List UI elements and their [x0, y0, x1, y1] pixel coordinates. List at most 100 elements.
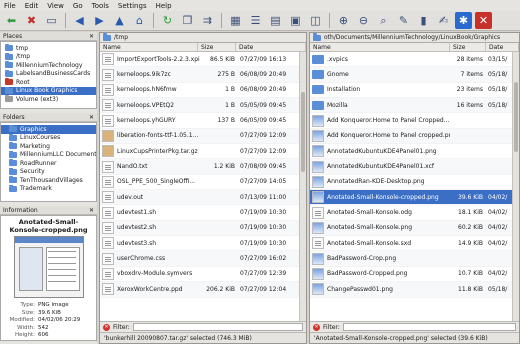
- home-icon[interactable]: ⌂: [131, 12, 148, 29]
- clear-filter-icon[interactable]: ✕: [313, 323, 320, 331]
- file-row[interactable]: NandO.txt 1.2 KiB 07/08/09 09:45: [100, 159, 299, 175]
- info-field-key: Size:: [21, 309, 35, 316]
- tools-icon[interactable]: ✎: [395, 12, 412, 29]
- move-icon[interactable]: ⇉: [199, 12, 216, 29]
- location-bar[interactable]: /tmp: [100, 33, 306, 43]
- column-size[interactable]: Size: [450, 43, 486, 51]
- next-icon[interactable]: ▶: [91, 12, 108, 29]
- file-row[interactable]: kerneloops.hN6fmw 1 B 06/08/09 20:49: [100, 83, 299, 99]
- column-name[interactable]: Name: [310, 43, 450, 51]
- new-folder-icon[interactable]: ▭: [43, 12, 60, 29]
- places-item[interactable]: Root: [1, 78, 96, 87]
- folder-tree-item[interactable]: Marketing: [1, 142, 96, 151]
- column-size[interactable]: Size: [198, 43, 236, 51]
- reload-icon[interactable]: ↻: [159, 12, 176, 29]
- file-row[interactable]: Anotated-Small-Konsole.odg 18.1 KiB 04/02/: [310, 205, 512, 221]
- file-row[interactable]: udevtest3.sh 07/19/09 10:30: [100, 236, 299, 252]
- menu-tools[interactable]: Tools: [92, 2, 109, 10]
- file-row[interactable]: Mozilla 16 items 05/18/: [310, 98, 512, 114]
- places-item[interactable]: /tmp: [1, 52, 96, 62]
- places-item[interactable]: Volume (ext3): [1, 95, 96, 104]
- zoom-in-icon[interactable]: ⊕: [335, 12, 352, 29]
- copy-icon[interactable]: ❐: [179, 12, 196, 29]
- menu-view[interactable]: View: [47, 2, 64, 10]
- column-name[interactable]: Name: [100, 43, 198, 51]
- clear-filter-icon[interactable]: ✕: [103, 323, 110, 331]
- location-path[interactable]: oth/Documents/MillenniumTechnology/Linux…: [324, 34, 500, 41]
- filter-input[interactable]: [132, 323, 303, 331]
- menu-help[interactable]: Help: [156, 2, 172, 10]
- file-row[interactable]: Anotated-Small-Konsole.sxd 14.9 KiB 04/02/: [310, 236, 512, 252]
- file-row[interactable]: LinuxCupsPrinterPkg.tar.gz 07/27/09 12:09: [100, 144, 299, 160]
- folder-tree-item[interactable]: RoadRunner: [1, 159, 96, 168]
- column-date[interactable]: Date: [236, 43, 306, 51]
- file-row[interactable]: Add Konqueror.Home to Panel cropped.png: [310, 128, 512, 145]
- terminal-icon[interactable]: ▮: [415, 12, 432, 29]
- file-row[interactable]: XeroxWorkCentre.ppd 206.2 KiB 07/27/09 12:…: [100, 282, 299, 298]
- file-row[interactable]: OSL_PPE_500_SingleOffi... 07/27/09 14:05: [100, 175, 299, 191]
- text-file-icon: [102, 191, 114, 204]
- file-row[interactable]: Gnome 7 items 05/18/: [310, 67, 512, 83]
- file-row[interactable]: BadPassword-Crop.png: [310, 251, 512, 267]
- location-bar[interactable]: oth/Documents/MillenniumTechnology/Linux…: [310, 33, 519, 43]
- details-view-icon[interactable]: ☰: [247, 12, 264, 29]
- file-row[interactable]: kerneloops.yhGURY 137 B 06/05/09 09:45: [100, 113, 299, 129]
- file-row[interactable]: AnnotatedKubuntuKDE4Panel01.png: [310, 144, 512, 160]
- menu-file[interactable]: File: [4, 2, 16, 10]
- folder-tree-item[interactable]: Graphics: [1, 125, 96, 134]
- file-row[interactable]: Anotated-Small-Konsole.png 60.2 KiB 04/02/: [310, 220, 512, 237]
- close-icon[interactable]: ✖: [23, 12, 40, 29]
- search-icon[interactable]: ⌕: [375, 12, 392, 29]
- file-row[interactable]: kerneloops.9ik7zc 275 B 06/08/09 20:49: [100, 67, 299, 83]
- tree-view-icon[interactable]: ▤: [267, 12, 284, 29]
- split-view-icon[interactable]: ◫: [307, 12, 324, 29]
- file-row[interactable]: udevtest2.sh 07/19/09 10:30: [100, 220, 299, 237]
- places-item[interactable]: LabelsandBusinessCards: [1, 69, 96, 79]
- close-panel-icon[interactable]: ✕: [89, 33, 94, 40]
- file-name-cell: .xvpics: [310, 54, 450, 64]
- folder-tree-item[interactable]: Security: [1, 167, 96, 177]
- menu-go[interactable]: Go: [73, 2, 83, 10]
- location-path[interactable]: /tmp: [114, 34, 128, 41]
- file-row[interactable]: vboxdrv-Module.symvers 07/27/09 12:39: [100, 267, 299, 283]
- icon-view-icon[interactable]: ▦: [227, 12, 244, 29]
- file-row[interactable]: liberation-fonts-ttf-1.05.1... 07/27/09 1…: [100, 128, 299, 145]
- file-row[interactable]: BadPassword-Cropped.png 10.7 KiB 04/02/: [310, 267, 512, 283]
- folder-tree-item[interactable]: MillenniumLLC Documents: [1, 150, 96, 160]
- file-row[interactable]: Installation 23 items 05/18/: [310, 83, 512, 99]
- vertical-scrollbar[interactable]: [512, 52, 519, 321]
- places-item[interactable]: tmp: [1, 44, 96, 53]
- up-icon[interactable]: ▲: [111, 12, 128, 29]
- kde-icon[interactable]: ✱: [455, 12, 472, 29]
- file-row[interactable]: udevtest1.sh 07/19/09 10:30: [100, 205, 299, 221]
- file-row[interactable]: .xvpics 28 items 03/15/: [310, 52, 512, 68]
- places-item[interactable]: MillenniumTechnology: [1, 61, 96, 70]
- close-panel-icon[interactable]: ✕: [89, 207, 94, 214]
- quit-icon[interactable]: ✕: [475, 12, 492, 29]
- file-row[interactable]: Add Konqueror.Home to Panel Cropped...: [310, 113, 512, 129]
- file-row[interactable]: kerneloops.VPEtQ2 1 B 05/05/09 09:45: [100, 98, 299, 114]
- places-item[interactable]: Linux Book Graphics: [1, 86, 96, 95]
- text-editor-icon[interactable]: ✍: [435, 12, 452, 29]
- menu-settings[interactable]: Settings: [118, 2, 147, 10]
- file-row[interactable]: userChrome.css 07/27/09 16:02: [100, 251, 299, 267]
- folder-tree-item[interactable]: LinuxCourses: [1, 133, 96, 143]
- previous-icon[interactable]: ◀: [71, 12, 88, 29]
- vertical-scrollbar[interactable]: [299, 52, 306, 321]
- file-row[interactable]: AnnotatedKubuntuKDE4Panel01.xcf: [310, 159, 512, 175]
- file-row[interactable]: Anotated-Small-Konsole-cropped.png 39.6 K…: [310, 190, 512, 206]
- image-preview-icon[interactable]: ▣: [287, 12, 304, 29]
- zoom-out-icon[interactable]: ⊖: [355, 12, 372, 29]
- file-row[interactable]: ChangePasswd01.png 11.8 KiB 05/18/: [310, 282, 512, 298]
- file-row[interactable]: AnnotatedRan-KDE-Desktop.png: [310, 175, 512, 191]
- file-row[interactable]: ImportExportTools-2.2.3.xpi 86.5 KiB 07/27…: [100, 52, 299, 68]
- back-icon[interactable]: ⬅: [3, 12, 20, 29]
- folder-tree-item[interactable]: Trademark: [1, 184, 96, 194]
- menu-edit[interactable]: Edit: [25, 2, 39, 10]
- filter-input[interactable]: [342, 323, 516, 331]
- file-name: ImportExportTools-2.2.3.xpi: [117, 55, 200, 63]
- close-panel-icon[interactable]: ✕: [89, 114, 94, 121]
- folder-tree-item[interactable]: TenThousandVillages: [1, 176, 96, 185]
- column-date[interactable]: Date: [486, 43, 519, 51]
- file-row[interactable]: udev.out 07/13/09 11:00: [100, 190, 299, 206]
